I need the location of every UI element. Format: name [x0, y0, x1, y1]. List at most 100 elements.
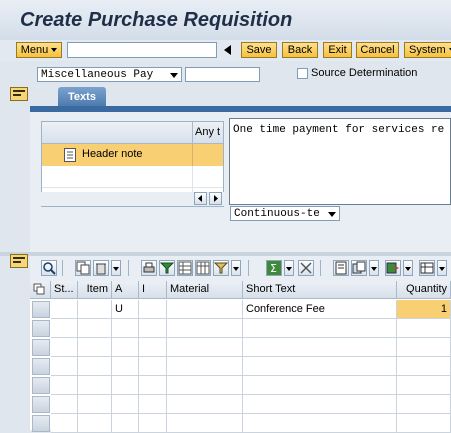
table-cell-empty[interactable] [139, 395, 167, 414]
column-header-status[interactable]: St... [51, 281, 78, 299]
table-cell-empty[interactable] [51, 414, 78, 433]
table-cell-empty[interactable] [112, 319, 139, 338]
column-header-item[interactable]: Item [78, 281, 112, 299]
sort-icon[interactable] [195, 260, 211, 276]
row-selector[interactable] [32, 415, 50, 432]
column-header-quantity[interactable]: Quantity [397, 281, 451, 299]
table-cell-empty[interactable] [167, 357, 243, 376]
table-cell-empty[interactable] [243, 357, 397, 376]
table-cell-empty[interactable] [243, 376, 397, 395]
select-all-cell[interactable] [30, 281, 51, 299]
sum-icon[interactable]: Σ [266, 260, 282, 276]
table-cell-empty[interactable] [397, 414, 451, 433]
table-cell-empty[interactable] [243, 319, 397, 338]
text-format-select[interactable]: Continuous-te [230, 206, 340, 221]
column-header-item-category[interactable]: I [139, 281, 167, 299]
layout-icon[interactable] [419, 260, 435, 276]
table-cell-empty[interactable] [397, 338, 451, 357]
views-icon[interactable] [351, 260, 367, 276]
table-cell-empty[interactable] [139, 376, 167, 395]
table-cell-empty[interactable] [78, 414, 112, 433]
source-determination-checkbox[interactable] [297, 68, 308, 79]
table-cell-empty[interactable] [139, 319, 167, 338]
table-cell-empty[interactable] [51, 395, 78, 414]
row-selector[interactable] [32, 339, 50, 356]
menu-button[interactable]: Menu [16, 42, 62, 58]
row-selector[interactable] [32, 320, 50, 337]
table-cell-empty[interactable] [397, 319, 451, 338]
scroll-left-button[interactable] [194, 192, 207, 205]
layout-dropdown[interactable] [437, 260, 447, 276]
table-cell-empty[interactable] [78, 357, 112, 376]
print-preview-icon[interactable] [333, 260, 349, 276]
select-all-icon[interactable] [177, 260, 193, 276]
table-cell-item-category[interactable] [139, 300, 167, 319]
row-selector[interactable] [32, 301, 50, 318]
subtotal-icon[interactable] [298, 260, 314, 276]
document-number-field[interactable] [185, 67, 260, 82]
row-selector[interactable] [32, 358, 50, 375]
table-cell-empty[interactable] [243, 338, 397, 357]
table-cell-empty[interactable] [167, 376, 243, 395]
table-cell-empty[interactable] [139, 414, 167, 433]
column-header-acct-assignment[interactable]: A [112, 281, 139, 299]
table-cell-empty[interactable] [139, 338, 167, 357]
list-item-empty[interactable] [42, 166, 223, 188]
list-item[interactable]: Header note [42, 144, 223, 166]
table-cell-empty[interactable] [78, 376, 112, 395]
scroll-right-button[interactable] [209, 192, 222, 205]
table-cell-empty[interactable] [112, 414, 139, 433]
table-cell-empty[interactable] [51, 376, 78, 395]
save-button[interactable]: Save [241, 42, 277, 58]
table-cell-empty[interactable] [112, 357, 139, 376]
table-cell-empty[interactable] [397, 357, 451, 376]
text-editor[interactable]: One time payment for services re [229, 118, 451, 205]
table-cell-empty[interactable] [397, 395, 451, 414]
list-scrollbar[interactable] [41, 192, 224, 206]
table-cell-empty[interactable] [167, 319, 243, 338]
table-cell-empty[interactable] [167, 338, 243, 357]
table-cell-empty[interactable] [397, 376, 451, 395]
sum-dropdown[interactable] [284, 260, 294, 276]
table-cell-empty[interactable] [51, 338, 78, 357]
table-cell-item[interactable] [78, 300, 112, 319]
export-icon[interactable] [385, 260, 401, 276]
document-type-select[interactable]: Miscellaneous Pay [37, 67, 182, 82]
delete-row-icon[interactable] [93, 260, 109, 276]
enter-arrow-icon[interactable] [224, 45, 232, 55]
table-cell-empty[interactable] [139, 357, 167, 376]
funnel-icon[interactable] [213, 260, 229, 276]
row-selector[interactable] [32, 396, 50, 413]
item-overview-collapse-icon[interactable] [10, 254, 28, 268]
table-cell-empty[interactable] [51, 357, 78, 376]
print-icon[interactable] [141, 260, 157, 276]
table-cell-empty[interactable] [51, 319, 78, 338]
column-header-material[interactable]: Material [167, 281, 243, 299]
table-cell-short-text[interactable]: Conference Fee [243, 300, 397, 319]
table-cell-empty[interactable] [78, 395, 112, 414]
exit-button[interactable]: Exit [323, 42, 352, 58]
filter-icon[interactable] [159, 260, 175, 276]
table-cell-empty[interactable] [78, 319, 112, 338]
command-field[interactable] [67, 42, 217, 58]
table-cell-empty[interactable] [167, 395, 243, 414]
table-cell-empty[interactable] [112, 395, 139, 414]
delete-row-dropdown[interactable] [111, 260, 121, 276]
views-dropdown[interactable] [369, 260, 379, 276]
table-cell-empty[interactable] [78, 338, 112, 357]
cancel-button[interactable]: Cancel [356, 42, 399, 58]
table-cell-empty[interactable] [243, 395, 397, 414]
export-dropdown[interactable] [403, 260, 413, 276]
back-button[interactable]: Back [282, 42, 318, 58]
table-cell-status[interactable] [51, 300, 78, 319]
table-cell-empty[interactable] [167, 414, 243, 433]
copy-row-icon[interactable] [75, 260, 91, 276]
table-cell-empty[interactable] [243, 414, 397, 433]
column-header-short-text[interactable]: Short Text [243, 281, 397, 299]
table-cell-empty[interactable] [112, 376, 139, 395]
table-cell-acct-assignment[interactable]: U [112, 300, 139, 319]
header-collapse-icon[interactable] [10, 87, 28, 101]
filter-dropdown[interactable] [231, 260, 241, 276]
system-button[interactable]: System [404, 42, 451, 58]
table-cell-quantity[interactable]: 1 [397, 300, 451, 319]
